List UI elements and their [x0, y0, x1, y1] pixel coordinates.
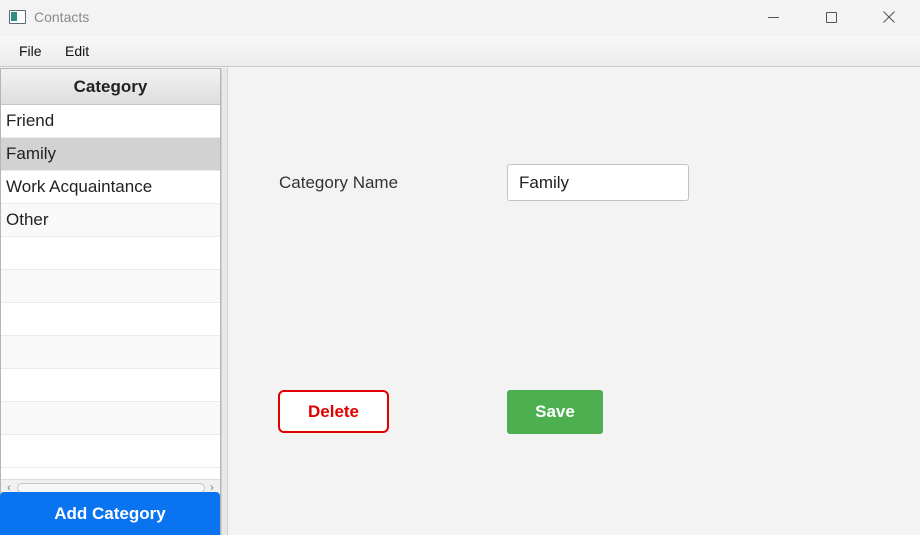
list-item-selected[interactable]: Family: [1, 138, 220, 171]
category-column-header[interactable]: Category: [1, 69, 220, 105]
category-name-label: Category Name: [279, 173, 399, 192]
category-list-panel: Category Friend Family Work Acquaintance…: [0, 68, 221, 535]
maximize-button[interactable]: [808, 0, 854, 34]
app-window-icon: [9, 10, 26, 24]
list-item[interactable]: Friend: [1, 105, 220, 138]
save-button[interactable]: Save: [507, 390, 603, 434]
close-button[interactable]: [866, 0, 912, 34]
empty-row: [1, 369, 220, 402]
empty-row: [1, 303, 220, 336]
empty-row: [1, 237, 220, 270]
menu-file[interactable]: File: [19, 43, 42, 59]
category-list: Friend Family Work Acquaintance Other: [1, 105, 220, 468]
list-item[interactable]: Work Acquaintance: [1, 171, 220, 204]
empty-row: [1, 270, 220, 303]
empty-row: [1, 435, 220, 468]
list-item[interactable]: Other: [1, 204, 220, 237]
empty-row: [1, 336, 220, 369]
minimize-icon: [767, 16, 779, 18]
menu-edit[interactable]: Edit: [65, 43, 89, 59]
minimize-button[interactable]: [750, 0, 796, 34]
window-title: Contacts: [34, 9, 90, 25]
category-name-input[interactable]: [507, 164, 689, 201]
menu-bar: File Edit: [0, 36, 920, 67]
delete-button[interactable]: Delete: [278, 390, 389, 433]
split-pane-divider[interactable]: [221, 68, 228, 535]
title-bar: Contacts: [0, 0, 920, 36]
empty-row: [1, 402, 220, 435]
close-icon: [883, 11, 895, 23]
add-category-button[interactable]: Add Category: [0, 492, 220, 535]
maximize-icon: [825, 11, 837, 23]
